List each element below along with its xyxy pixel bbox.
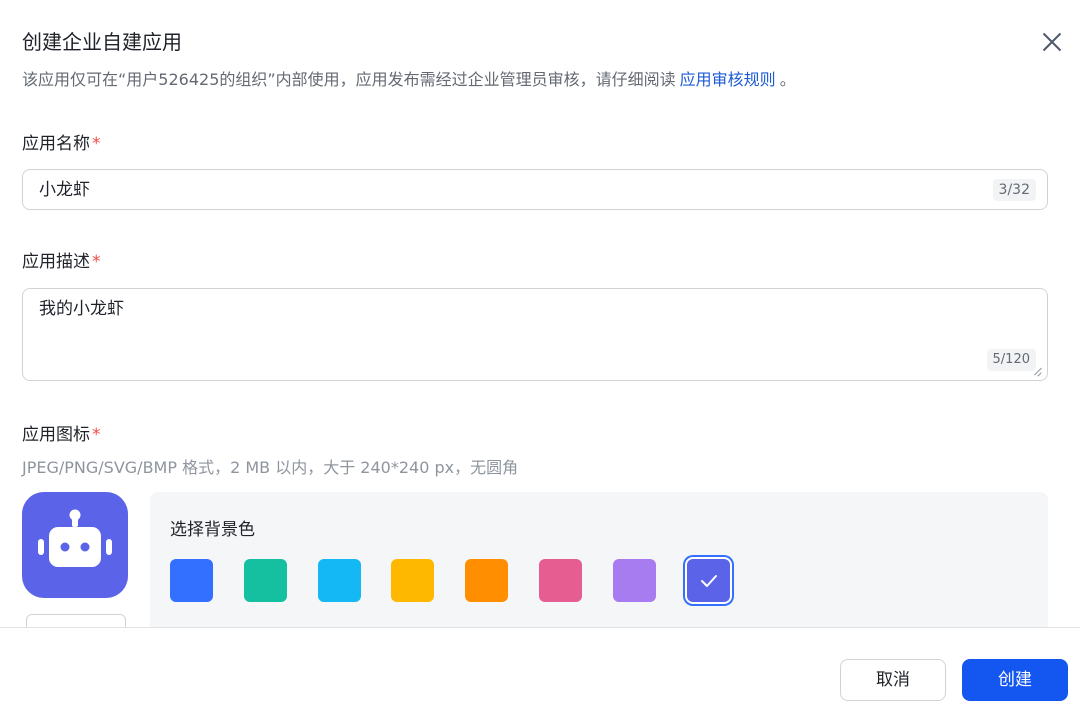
required-mark: * [92,134,101,154]
review-rules-link[interactable]: 应用审核规则 [680,70,776,89]
resize-handle-icon[interactable] [1033,368,1041,376]
app-description-counter: 5/120 [986,349,1036,371]
background-color-panel: 选择背景色 [150,492,1048,642]
color-swatch[interactable] [317,559,361,602]
create-app-dialog: 创建企业自建应用 该应用仅可在“用户526425的组织”内部使用，应用发布需经过… [0,0,1080,716]
robot-icon [38,509,112,567]
required-mark: * [92,252,101,272]
dialog-subtitle: 该应用仅可在“用户526425的组织”内部使用，应用发布需经过企业管理员审核，请… [22,68,796,92]
create-button[interactable]: 创建 [962,659,1068,701]
color-swatch[interactable] [465,559,509,602]
color-swatch[interactable] [612,559,656,602]
app-name-label: 应用名称 * [22,132,101,156]
color-swatch[interactable] [686,559,730,602]
app-description-label: 应用描述 * [22,250,101,274]
dialog-title: 创建企业自建应用 [22,30,182,54]
color-swatch[interactable] [539,559,582,602]
color-swatch[interactable] [170,559,213,602]
app-name-input[interactable]: 小龙虾 3/32 [22,169,1048,210]
app-icon-preview [22,492,128,598]
required-mark: * [92,425,101,445]
subtitle-text: 该应用仅可在“用户526425的组织”内部使用，应用发布需经过企业管理员审核，请… [22,70,676,89]
subtitle-period: 。 [779,70,796,89]
app-name-value: 小龙虾 [39,180,90,200]
panel-title: 选择背景色 [170,520,255,540]
app-description-label-text: 应用描述 [22,252,90,272]
app-description-value: 我的小龙虾 [39,299,124,319]
app-name-label-text: 应用名称 [22,134,90,154]
checkmark-icon [700,575,717,587]
cancel-button[interactable]: 取消 [840,659,946,701]
close-icon[interactable] [1038,28,1066,56]
color-swatch[interactable] [243,559,287,602]
icon-format-hint: JPEG/PNG/SVG/BMP 格式，2 MB 以内，大于 240*240 p… [22,458,519,477]
app-icon-label: 应用图标 * [22,423,101,447]
dialog-header: 创建企业自建应用 [22,28,1080,56]
app-icon-label-text: 应用图标 [22,425,90,445]
app-name-counter: 3/32 [992,179,1036,201]
color-swatch[interactable] [391,559,435,602]
app-description-textarea[interactable]: 我的小龙虾 5/120 [22,288,1048,381]
